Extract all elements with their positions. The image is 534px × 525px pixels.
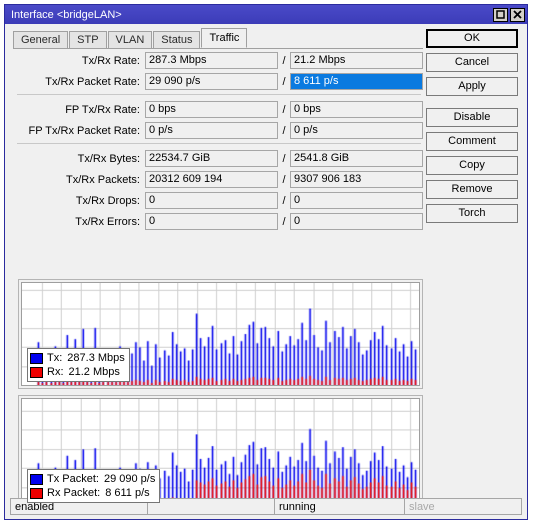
separator: / — [282, 103, 286, 116]
status-running: running — [274, 498, 404, 515]
tab-traffic[interactable]: Traffic — [201, 28, 248, 48]
legend-rx-name: Rx: — [47, 366, 64, 378]
separator: / — [282, 75, 286, 88]
window-title: Interface <bridgeLAN> — [11, 8, 122, 21]
legend-tx-value: 287.3 Mbps — [67, 352, 125, 364]
value-fp-rx-packet-rate[interactable]: 0 p/s — [290, 122, 423, 139]
title-bar: Interface <bridgeLAN> — [5, 5, 527, 24]
tab-vlan[interactable]: VLAN — [107, 31, 153, 48]
ok-button[interactable]: OK — [426, 29, 518, 48]
legend-item-tx-packet: Tx Packet: 29 090 p/s — [30, 472, 155, 486]
value-tx-packets[interactable]: 20312 609 194 — [145, 171, 278, 188]
tab-stp[interactable]: STP — [69, 31, 107, 48]
field-row-tx-rx-drops: Tx/Rx Drops: 0 / 0 — [13, 192, 423, 209]
field-row-tx-rx-rate: Tx/Rx Rate: 287.3 Mbps / 21.2 Mbps — [13, 52, 423, 69]
legend-item-rx-packet: Rx Packet: 8 611 p/s — [30, 486, 155, 500]
status-slave: slave — [404, 498, 522, 515]
separator: / — [282, 173, 286, 186]
value-rx-errors[interactable]: 0 — [290, 213, 423, 230]
value-fp-tx-rate[interactable]: 0 bps — [145, 101, 278, 118]
label-fp-tx-rx-packet-rate: FP Tx/Rx Packet Rate: — [28, 124, 140, 137]
value-rx-packets[interactable]: 9307 906 183 — [290, 171, 423, 188]
separator: / — [282, 54, 286, 67]
action-buttons: OK Cancel Apply Disable Comment Copy Rem… — [426, 29, 518, 228]
label-tx-rx-packet-rate: Tx/Rx Packet Rate: — [45, 75, 140, 88]
legend-item-tx: Tx: 287.3 Mbps — [30, 351, 125, 365]
legend-rx-value: 21.2 Mbps — [68, 366, 120, 378]
cancel-button[interactable]: Cancel — [426, 53, 518, 72]
status-empty — [147, 498, 274, 515]
field-divider-1 — [17, 94, 421, 95]
legend-rx-packet-name: Rx Packet: — [47, 487, 101, 499]
tab-strip: General STP VLAN Status Traffic — [13, 28, 423, 49]
label-tx-rx-errors: Tx/Rx Errors: — [75, 215, 140, 228]
field-divider-2 — [17, 143, 421, 144]
value-rx-rate[interactable]: 21.2 Mbps — [290, 52, 423, 69]
value-tx-bytes[interactable]: 22534.7 GiB — [145, 150, 278, 167]
close-icon[interactable] — [510, 7, 525, 22]
legend-tx-name: Tx: — [47, 352, 63, 364]
maximize-icon[interactable] — [493, 7, 508, 22]
apply-button[interactable]: Apply — [426, 77, 518, 96]
separator: / — [282, 194, 286, 207]
value-rx-packet-rate[interactable]: 8 611 p/s — [290, 73, 423, 90]
copy-button[interactable]: Copy — [426, 156, 518, 175]
label-tx-rx-rate: Tx/Rx Rate: — [81, 54, 140, 67]
remove-button[interactable]: Remove — [426, 180, 518, 199]
packet-rate-legend: Tx Packet: 29 090 p/s Rx Packet: 8 611 p… — [27, 469, 161, 503]
value-rx-bytes[interactable]: 2541.8 GiB — [290, 150, 423, 167]
tx-color-swatch — [30, 352, 43, 364]
separator: / — [282, 215, 286, 228]
field-row-tx-rx-errors: Tx/Rx Errors: 0 / 0 — [13, 213, 423, 230]
value-rx-drops[interactable]: 0 — [290, 192, 423, 209]
value-tx-drops[interactable]: 0 — [145, 192, 278, 209]
field-row-fp-tx-rx-packet-rate: FP Tx/Rx Packet Rate: 0 p/s / 0 p/s — [13, 122, 423, 139]
label-tx-rx-drops: Tx/Rx Drops: — [75, 194, 140, 207]
value-fp-tx-packet-rate[interactable]: 0 p/s — [145, 122, 278, 139]
traffic-rate-chart-plot: Tx: 287.3 Mbps Rx: 21.2 Mbps — [21, 282, 420, 386]
window-body: General STP VLAN Status Traffic Tx/Rx Ra… — [5, 24, 527, 519]
legend-item-rx: Rx: 21.2 Mbps — [30, 365, 125, 379]
traffic-rate-legend: Tx: 287.3 Mbps Rx: 21.2 Mbps — [27, 348, 130, 382]
packet-rate-chart: Tx Packet: 29 090 p/s Rx Packet: 8 611 p… — [18, 395, 423, 510]
disable-button[interactable]: Disable — [426, 108, 518, 127]
traffic-rate-chart: Tx: 287.3 Mbps Rx: 21.2 Mbps — [18, 279, 423, 389]
tab-status[interactable]: Status — [153, 31, 201, 48]
rx-color-swatch — [30, 366, 43, 378]
packet-rate-chart-plot: Tx Packet: 29 090 p/s Rx Packet: 8 611 p… — [21, 398, 420, 507]
label-tx-rx-bytes: Tx/Rx Bytes: — [77, 152, 140, 165]
legend-rx-packet-value: 8 611 p/s — [105, 487, 150, 499]
field-row-tx-rx-packet-rate: Tx/Rx Packet Rate: 29 090 p/s / 8 611 p/… — [13, 73, 423, 90]
interface-window: Interface <bridgeLAN> General STP VLAN S… — [4, 4, 528, 520]
label-tx-rx-packets: Tx/Rx Packets: — [66, 173, 140, 186]
separator: / — [282, 152, 286, 165]
tab-general[interactable]: General — [13, 31, 69, 48]
traffic-fields: Tx/Rx Rate: 287.3 Mbps / 21.2 Mbps Tx/Rx… — [13, 52, 423, 234]
legend-tx-packet-name: Tx Packet: — [47, 473, 99, 485]
value-fp-rx-rate[interactable]: 0 bps — [290, 101, 423, 118]
comment-button[interactable]: Comment — [426, 132, 518, 151]
value-tx-rate[interactable]: 287.3 Mbps — [145, 52, 278, 69]
field-row-tx-rx-bytes: Tx/Rx Bytes: 22534.7 GiB / 2541.8 GiB — [13, 150, 423, 167]
value-tx-packet-rate[interactable]: 29 090 p/s — [145, 73, 278, 90]
label-fp-tx-rx-rate: FP Tx/Rx Rate: — [65, 103, 140, 116]
separator: / — [282, 124, 286, 137]
legend-tx-packet-value: 29 090 p/s — [103, 473, 156, 485]
field-row-fp-tx-rx-rate: FP Tx/Rx Rate: 0 bps / 0 bps — [13, 101, 423, 118]
value-tx-errors[interactable]: 0 — [145, 213, 278, 230]
rx-packet-color-swatch — [30, 487, 43, 499]
title-bar-buttons — [493, 7, 525, 22]
torch-button[interactable]: Torch — [426, 204, 518, 223]
tx-packet-color-swatch — [30, 473, 43, 485]
field-row-tx-rx-packets: Tx/Rx Packets: 20312 609 194 / 9307 906 … — [13, 171, 423, 188]
